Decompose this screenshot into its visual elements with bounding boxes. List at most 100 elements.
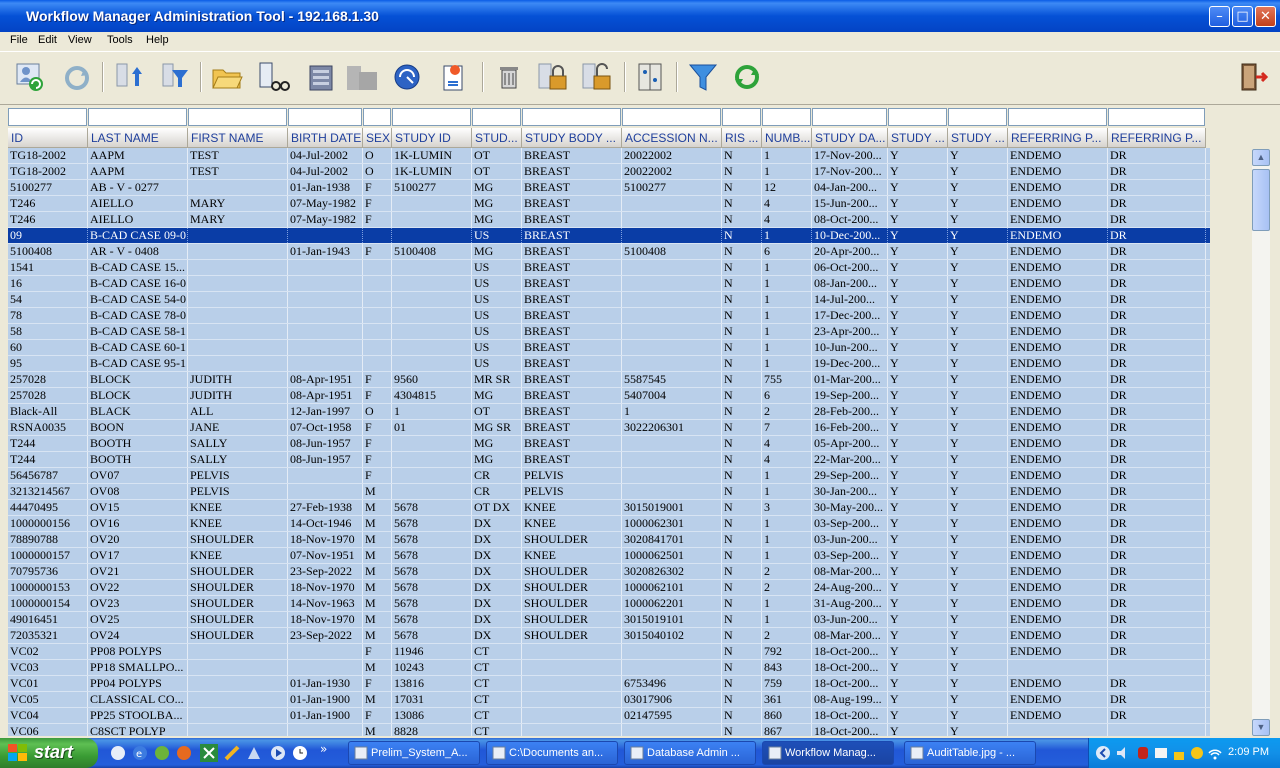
table-row[interactable]: 58 B-CAD CASE 58-1 US BREAST N 1 23-Apr-200...… — [8, 324, 1210, 340]
server-icon[interactable] — [302, 60, 336, 94]
table-row[interactable]: 95 B-CAD CASE 95-1 US BREAST N 1 19-Dec-200...… — [8, 356, 1210, 372]
scroll-up-button[interactable]: ▲ — [1252, 149, 1270, 166]
table-row[interactable]: VC01 PP04 POLYPS 01-Jan-1930 F 13816 CT 675349… — [8, 676, 1210, 692]
tool-icon[interactable] — [224, 745, 240, 761]
table-row[interactable]: 78 B-CAD CASE 78-0 US BREAST N 1 17-Dec-200...… — [8, 308, 1210, 324]
table-row[interactable]: 49016451 OV25 SHOULDER 18-Nov-1970 M 5678 DX SH… — [8, 612, 1210, 628]
table-row[interactable]: 70795736 OV21 SHOULDER 23-Sep-2022 M 5678 DX SH… — [8, 564, 1210, 580]
table-row[interactable]: VC05 CLASSICAL CO... 01-Jan-1900 M 17031 CT 03… — [8, 692, 1210, 708]
table-row[interactable]: T244 BOOTH SALLY 08-Jun-1957 F MG BREAST N 4 22-M… — [8, 452, 1210, 468]
table-row[interactable]: VC03 PP18 SMALLPO... M 10243 CT N 843 18-Oct-20… — [8, 660, 1210, 676]
column-header[interactable]: ACCESSION N... — [622, 128, 722, 148]
table-row[interactable]: TG18-2002 AAPM TEST 04-Jul-2002 O 1K-LUMIN OT B… — [8, 164, 1210, 180]
column-header[interactable]: ID — [8, 128, 88, 148]
menu-file[interactable]: File — [10, 34, 28, 46]
table-row[interactable]: 1000000157 OV17 KNEE 07-Nov-1951 M 5678 DX KNEE… — [8, 548, 1210, 564]
column-header[interactable]: REFERRING P... — [1108, 128, 1206, 148]
table-row[interactable]: 3213214567 OV08 PELVIS M CR PELVIS N 1 30-Jan-20… — [8, 484, 1210, 500]
column-filter-input[interactable] — [88, 108, 187, 126]
column-filter-input[interactable] — [8, 108, 87, 126]
scroll-thumb[interactable] — [1252, 169, 1270, 231]
trash-icon[interactable] — [492, 60, 526, 94]
play-icon[interactable] — [270, 745, 286, 761]
table-row[interactable]: VC02 PP08 POLYPS F 11946 CT N 792 18-Oct-200...… — [8, 644, 1210, 660]
column-filter-input[interactable] — [722, 108, 761, 126]
network-tray-icon[interactable] — [246, 745, 262, 761]
table-row[interactable]: TG18-2002 AAPM TEST 04-Jul-2002 O 1K-LUMIN OT B… — [8, 148, 1210, 164]
column-header[interactable]: STUD... — [472, 128, 522, 148]
scroll-down-button[interactable]: ▼ — [1252, 719, 1270, 736]
funnel-icon[interactable] — [686, 60, 720, 94]
table-row[interactable]: T244 BOOTH SALLY 08-Jun-1957 F MG BREAST N 4 05-A… — [8, 436, 1210, 452]
refresh-icon[interactable] — [60, 60, 94, 94]
table-row[interactable]: 257028 BLOCK JUDITH 08-Apr-1951 F 9560 MR SR BR… — [8, 372, 1210, 388]
close-button[interactable]: ✕ — [1255, 6, 1276, 27]
table-row[interactable]: VC04 PP25 STOOLBA... 01-Jan-1900 F 13086 CT 02… — [8, 708, 1210, 724]
media-icon[interactable] — [154, 745, 170, 761]
search-list-icon[interactable] — [256, 60, 290, 94]
lock-tray-icon[interactable] — [1171, 745, 1187, 761]
filter-user-icon[interactable] — [158, 60, 192, 94]
menu-help[interactable]: Help — [146, 34, 169, 46]
table-row[interactable]: 257028 BLOCK JUDITH 08-Apr-1951 F 4304815 MG BR… — [8, 388, 1210, 404]
table-row[interactable]: 09 B-CAD CASE 09-0 US BREAST N 1 10-Dec-200...… — [8, 228, 1210, 244]
scissors-icon[interactable] — [200, 744, 218, 762]
folder-open-icon[interactable] — [210, 60, 244, 94]
column-header[interactable]: STUDY ... — [948, 128, 1008, 148]
taskbar-button[interactable]: C:\Documents an... — [486, 741, 618, 765]
shield-tray-icon[interactable] — [1135, 745, 1151, 761]
sort-up-icon[interactable] — [112, 60, 146, 94]
table-row[interactable]: VC06 C8SCT POLYP M 8828 CT N 867 18-Oct-200... Y… — [8, 724, 1210, 736]
taskbar-button[interactable]: AuditTable.jpg - ... — [904, 741, 1036, 765]
network-icon[interactable] — [392, 60, 426, 94]
speaker-icon[interactable] — [1115, 745, 1131, 761]
reload-icon[interactable] — [730, 60, 764, 94]
unlock-icon[interactable] — [580, 60, 614, 94]
menu-tools[interactable]: Tools — [107, 34, 133, 46]
table-row[interactable]: 5100277 AB - V - 0277 01-Jan-1938 F 5100277 M… — [8, 180, 1210, 196]
table-row[interactable]: T246 AIELLO MARY 07-May-1982 F MG BREAST N 4 08-O… — [8, 212, 1210, 228]
table-row[interactable]: 44470495 OV15 KNEE 27-Feb-1938 M 5678 OT DX KNE… — [8, 500, 1210, 516]
table-row[interactable]: 60 B-CAD CASE 60-1 US BREAST N 1 10-Jun-200...… — [8, 340, 1210, 356]
security-tray-icon[interactable] — [1189, 745, 1205, 761]
table-row[interactable]: 56456787 OV07 PELVIS F CR PELVIS N 1 29-Sep-200.… — [8, 468, 1210, 484]
column-filter-input[interactable] — [888, 108, 947, 126]
taskbar-button[interactable]: Prelim_System_A... — [348, 741, 480, 765]
table-row[interactable]: Black-All BLACK ALL 12-Jan-1997 O 1 OT BREAST 1 N… — [8, 404, 1210, 420]
table-row[interactable]: 78890788 OV20 SHOULDER 18-Nov-1970 M 5678 DX SH… — [8, 532, 1210, 548]
clock-app-icon[interactable] — [292, 745, 308, 761]
table-row[interactable]: 1000000154 OV23 SHOULDER 14-Nov-1963 M 5678 DX… — [8, 596, 1210, 612]
column-filter-input[interactable] — [188, 108, 287, 126]
column-header[interactable]: STUDY ... — [888, 128, 948, 148]
table-row[interactable]: RSNA0035 BOON JANE 07-Oct-1958 F 01 MG SR BREAS… — [8, 420, 1210, 436]
user-refresh-icon[interactable] — [14, 60, 48, 94]
card-tray-icon[interactable] — [1153, 745, 1169, 761]
tray-back-icon[interactable] — [1095, 745, 1111, 761]
column-header[interactable]: STUDY BODY ... — [522, 128, 622, 148]
column-filter-input[interactable] — [812, 108, 887, 126]
document-new-icon[interactable] — [438, 60, 472, 94]
table-row[interactable]: 16 B-CAD CASE 16-0 US BREAST N 1 08-Jan-200...… — [8, 276, 1210, 292]
column-filter-input[interactable] — [622, 108, 721, 126]
menu-edit[interactable]: Edit — [38, 34, 57, 46]
table-row[interactable]: 1541 B-CAD CASE 15... US BREAST N 1 06-Oct-200… — [8, 260, 1210, 276]
column-header[interactable]: NUMB... — [762, 128, 812, 148]
wifi-icon[interactable] — [1207, 745, 1223, 761]
column-header[interactable]: FIRST NAME — [188, 128, 288, 148]
column-header[interactable]: SEX — [363, 128, 392, 148]
column-filter-input[interactable] — [392, 108, 471, 126]
table-row[interactable]: 1000000156 OV16 KNEE 14-Oct-1946 M 5678 DX KNEE… — [8, 516, 1210, 532]
maximize-button[interactable]: □ — [1232, 6, 1253, 27]
lock-icon[interactable] — [536, 60, 570, 94]
start-button[interactable]: start — [0, 738, 98, 768]
taskbar-button[interactable]: Workflow Manag... — [762, 741, 894, 765]
taskbar-button[interactable]: Database Admin ... — [624, 741, 756, 765]
vertical-scrollbar[interactable]: ▲ ▼ — [1252, 149, 1270, 736]
column-header[interactable]: STUDY ID — [392, 128, 472, 148]
column-header[interactable]: RIS ... — [722, 128, 762, 148]
column-filter-input[interactable] — [762, 108, 811, 126]
table-row[interactable]: T246 AIELLO MARY 07-May-1982 F MG BREAST N 4 15-J… — [8, 196, 1210, 212]
table-row[interactable]: 54 B-CAD CASE 54-0 US BREAST N 1 14-Jul-200...… — [8, 292, 1210, 308]
column-filter-input[interactable] — [522, 108, 621, 126]
table-row[interactable]: 1000000153 OV22 SHOULDER 18-Nov-1970 M 5678 DX… — [8, 580, 1210, 596]
